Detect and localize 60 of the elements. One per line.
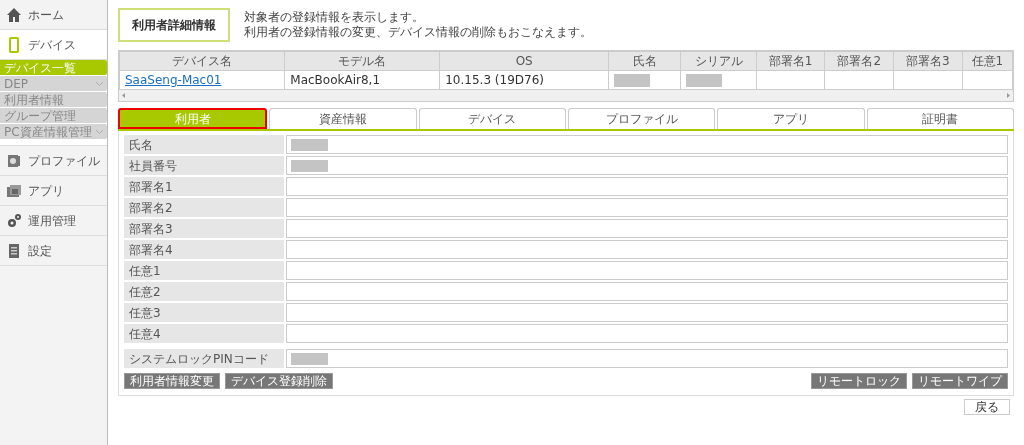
- input-field[interactable]: [286, 156, 1008, 175]
- gears-icon: [6, 212, 22, 229]
- input-field[interactable]: [286, 198, 1008, 217]
- chevron-down-icon: [96, 129, 103, 134]
- description-text: 対象者の登録情報を表示します。: [244, 10, 425, 25]
- column-header: 部署名2: [824, 51, 894, 71]
- column-header: 任意1: [962, 51, 1013, 71]
- input-field[interactable]: [286, 349, 1008, 368]
- redacted-block: [291, 352, 328, 365]
- back-button[interactable]: 戻る: [964, 399, 1010, 415]
- redacted-block: [291, 138, 328, 151]
- column-header: シリアル: [680, 51, 757, 71]
- column-header: デバイス名: [119, 51, 285, 71]
- redacted-block: [291, 159, 328, 172]
- input-field[interactable]: [286, 240, 1008, 259]
- app-windows-icon: [6, 182, 22, 199]
- chevron-down-icon: [96, 81, 103, 86]
- table-cell-text: 10.15.3 (19D76): [445, 73, 544, 87]
- scroll-right-icon[interactable]: [1007, 93, 1010, 98]
- tab[interactable]: 資産情報: [269, 108, 417, 129]
- field-label: 任意2: [124, 282, 284, 301]
- field-label: 部署名1: [124, 177, 284, 196]
- sidebar-item[interactable]: デバイス: [0, 30, 107, 60]
- tab[interactable]: 証明書: [866, 108, 1014, 129]
- page-title: 利用者詳細情報: [118, 8, 230, 42]
- field-label: 部署名3: [124, 219, 284, 238]
- column-header: 部署名1: [756, 51, 825, 71]
- input-field[interactable]: [286, 303, 1008, 322]
- input-field[interactable]: [286, 282, 1008, 301]
- input-field[interactable]: [286, 135, 1008, 154]
- settings-icon: [6, 242, 22, 259]
- action-button[interactable]: リモートロック: [811, 373, 907, 389]
- field-label: 社員番号: [124, 156, 284, 175]
- table-cell-text: MacBookAir8,1: [290, 73, 380, 87]
- home-icon: [6, 6, 22, 23]
- column-header: モデル名: [284, 51, 440, 71]
- input-field[interactable]: [286, 261, 1008, 280]
- phone-icon: [6, 36, 22, 53]
- tab[interactable]: アプリ: [717, 108, 865, 129]
- field-label: 氏名: [124, 135, 284, 154]
- description-text: 利用者の登録情報の変更、デバイス情報の削除もおこなえます。: [244, 25, 592, 40]
- field-label: 部署名4: [124, 240, 284, 259]
- tab[interactable]: プロファイル: [568, 108, 716, 129]
- input-field[interactable]: [286, 177, 1008, 196]
- field-label: 部署名2: [124, 198, 284, 217]
- field-label: 任意4: [124, 324, 284, 343]
- column-header: 部署名3: [893, 51, 963, 71]
- input-field[interactable]: [286, 324, 1008, 343]
- action-button[interactable]: リモートワイプ: [912, 373, 1008, 389]
- column-header: OS: [439, 51, 609, 71]
- column-header: 氏名: [608, 51, 681, 71]
- horizontal-scrollbar[interactable]: [119, 90, 1013, 101]
- field-label: 任意3: [124, 303, 284, 322]
- action-button[interactable]: 利用者情報変更: [124, 373, 220, 389]
- action-button[interactable]: デバイス登録削除: [225, 373, 333, 389]
- field-label: システムロックPINコード: [124, 349, 284, 368]
- tab[interactable]: デバイス: [418, 108, 566, 129]
- field-label: 任意1: [124, 261, 284, 280]
- scroll-left-icon[interactable]: [122, 93, 125, 98]
- input-field[interactable]: [286, 219, 1008, 238]
